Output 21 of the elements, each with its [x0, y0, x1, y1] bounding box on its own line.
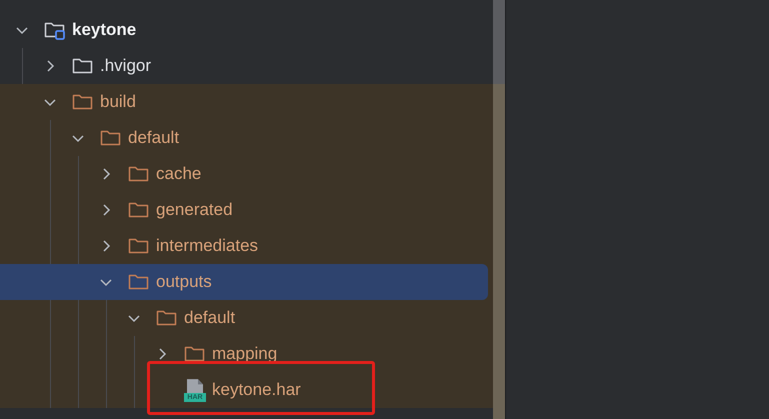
- tree-row[interactable]: intermediates: [0, 228, 488, 264]
- tree-row[interactable]: default: [0, 300, 488, 336]
- folder-icon: [156, 308, 178, 328]
- folder-icon: [128, 272, 150, 292]
- module-folder-icon: [44, 20, 66, 40]
- scrollbar-thumb[interactable]: [493, 0, 505, 419]
- tree-row[interactable]: .hvigor: [0, 48, 488, 84]
- folder-icon: [100, 128, 122, 148]
- tree-row[interactable]: keytone: [0, 12, 488, 48]
- folder-icon: [128, 164, 150, 184]
- tree-row[interactable]: generated: [0, 192, 488, 228]
- tree-row[interactable]: build: [0, 84, 488, 120]
- folder-icon: [72, 56, 94, 76]
- tree-row[interactable]: mapping: [0, 336, 488, 372]
- tree-row[interactable]: default: [0, 120, 488, 156]
- selected-tree-row[interactable]: outputs: [0, 264, 488, 300]
- folder-icon: [128, 200, 150, 220]
- folder-icon: [184, 344, 206, 364]
- folder-icon: [128, 236, 150, 256]
- tree-row[interactable]: cache: [0, 156, 488, 192]
- folder-icon: [72, 92, 94, 112]
